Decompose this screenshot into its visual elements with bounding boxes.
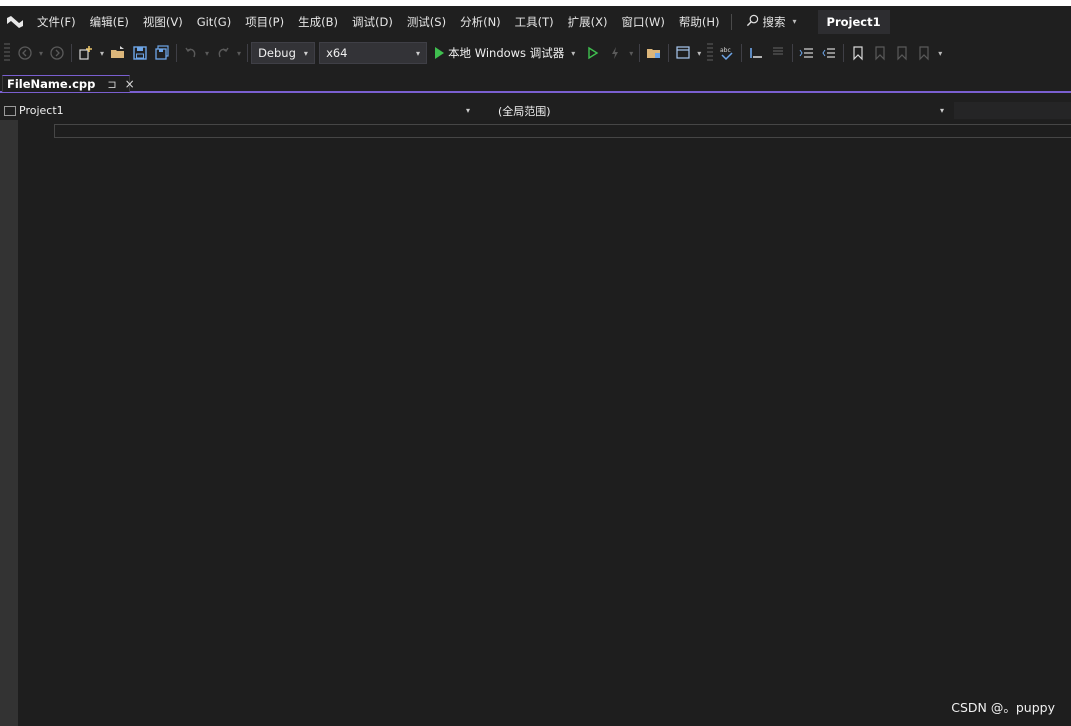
close-icon[interactable]: × — [125, 77, 135, 91]
menu-extensions[interactable]: 扩展(X) — [561, 11, 615, 33]
project-icon — [4, 105, 16, 116]
open-file-icon[interactable] — [107, 42, 129, 64]
toolbar-grip-handle[interactable] — [4, 43, 10, 63]
toolbar-divider — [843, 44, 845, 62]
menu-divider — [730, 13, 732, 30]
chevron-down-icon[interactable]: ▾ — [237, 49, 241, 58]
menu-project[interactable]: 项目(P) — [238, 11, 291, 33]
chevron-down-icon[interactable]: ▾ — [697, 49, 701, 58]
chevron-down-icon[interactable]: ▾ — [629, 49, 633, 58]
start-without-debugging-icon[interactable] — [582, 42, 604, 64]
chevron-down-icon[interactable]: ▾ — [100, 49, 104, 58]
project-dropdown[interactable]: Project1 ▾ — [0, 102, 480, 119]
window-layout-icon[interactable] — [672, 42, 694, 64]
indent-icon[interactable] — [796, 42, 818, 64]
search-icon — [746, 14, 759, 30]
code-editor[interactable]: CSDN @。puppy — [0, 120, 1071, 726]
search-box[interactable]: 搜索 ▾ — [738, 11, 808, 33]
watermark-text: CSDN @。puppy — [951, 700, 1055, 715]
toolbar-divider — [639, 44, 641, 62]
spell-check-icon[interactable]: abc — [716, 42, 738, 64]
hot-reload-icon[interactable] — [604, 42, 626, 64]
toolbar-divider — [247, 44, 249, 62]
play-icon — [435, 47, 445, 59]
menu-test[interactable]: 测试(S) — [400, 11, 453, 33]
comment-out-icon[interactable] — [745, 42, 767, 64]
redo-icon[interactable] — [212, 42, 234, 64]
navigate-back-icon[interactable] — [14, 42, 36, 64]
chevron-down-icon: ▾ — [465, 106, 470, 115]
navigate-forward-icon[interactable] — [46, 42, 68, 64]
toolbar-overflow-icon[interactable]: ▾ — [938, 49, 942, 58]
outdent-icon[interactable] — [818, 42, 840, 64]
chevron-down-icon: ▾ — [939, 106, 944, 115]
toolbar-grip-handle[interactable] — [707, 43, 714, 63]
chevron-down-icon: ▾ — [571, 48, 576, 58]
platform-dropdown[interactable]: x64 ▾ — [319, 42, 428, 64]
save-all-icon[interactable] — [151, 42, 173, 64]
menu-tools[interactable]: 工具(T) — [508, 11, 561, 33]
menu-bar: 文件(F) 编辑(E) 视图(V) Git(G) 项目(P) 生成(B) 调试(… — [0, 6, 1071, 37]
solution-name-badge[interactable]: Project1 — [817, 9, 890, 34]
previous-bookmark-icon[interactable] — [869, 42, 891, 64]
search-label: 搜索 — [762, 14, 786, 29]
chevron-down-icon: ▾ — [792, 17, 797, 26]
save-icon[interactable] — [129, 42, 151, 64]
platform-value: x64 — [326, 46, 348, 60]
toolbar-divider — [668, 44, 670, 62]
undo-icon[interactable] — [180, 42, 202, 64]
document-tab-strip: FileName.cpp ⊐ × — [0, 69, 1071, 93]
menu-analyze[interactable]: 分析(N) — [453, 11, 508, 33]
next-bookmark-icon[interactable] — [891, 42, 913, 64]
standard-toolbar: ▾ ▾ ▾ ▾ Debug ▾ x64 ▾ 本地 Windows 调试器 ▾ ▾… — [0, 37, 1071, 69]
svg-text:abc: abc — [720, 47, 731, 54]
menu-git[interactable]: Git(G) — [190, 11, 239, 33]
menu-build[interactable]: 生成(B) — [291, 11, 345, 33]
indicator-margin[interactable] — [0, 120, 18, 726]
toolbar-divider — [176, 44, 178, 62]
uncomment-icon[interactable] — [767, 42, 789, 64]
tab-filename-cpp[interactable]: FileName.cpp ⊐ × — [2, 75, 135, 92]
clear-bookmarks-icon[interactable] — [913, 42, 935, 64]
scope-dropdown[interactable]: (全局范围) ▾ — [480, 102, 954, 119]
visual-studio-logo-icon[interactable] — [0, 6, 30, 37]
run-label: 本地 Windows 调试器 — [448, 46, 565, 60]
toolbar-divider — [792, 44, 794, 62]
menu-file[interactable]: 文件(F) — [30, 11, 83, 33]
menu-help[interactable]: 帮助(H) — [672, 11, 727, 33]
pin-icon[interactable]: ⊐ — [107, 78, 116, 91]
start-debugging-button[interactable]: 本地 Windows 调试器 ▾ — [431, 45, 582, 61]
navigation-bar: Project1 ▾ (全局范围) ▾ — [0, 102, 1071, 119]
chevron-down-icon[interactable]: ▾ — [205, 49, 209, 58]
solution-explorer-icon[interactable] — [643, 42, 665, 64]
chevron-down-icon: ▾ — [416, 48, 421, 58]
chevron-down-icon: ▾ — [303, 48, 308, 58]
toolbar-divider — [741, 44, 743, 62]
menu-debug[interactable]: 调试(D) — [345, 11, 400, 33]
menu-window[interactable]: 窗口(W) — [615, 11, 672, 33]
configuration-dropdown[interactable]: Debug ▾ — [251, 42, 316, 64]
menu-view[interactable]: 视图(V) — [136, 11, 190, 33]
toolbar-divider — [71, 44, 73, 62]
current-line-highlight — [54, 124, 1071, 138]
project-value: Project1 — [19, 104, 64, 117]
chevron-down-icon[interactable]: ▾ — [39, 49, 43, 58]
tab-label: FileName.cpp — [7, 77, 96, 91]
bookmark-icon[interactable] — [847, 42, 869, 64]
scope-value: (全局范围) — [498, 104, 551, 118]
configuration-value: Debug — [258, 46, 296, 60]
new-project-icon[interactable] — [75, 42, 97, 64]
menu-edit[interactable]: 编辑(E) — [83, 11, 136, 33]
vs-window: 文件(F) 编辑(E) 视图(V) Git(G) 项目(P) 生成(B) 调试(… — [0, 6, 1071, 726]
member-dropdown[interactable] — [954, 102, 1071, 119]
